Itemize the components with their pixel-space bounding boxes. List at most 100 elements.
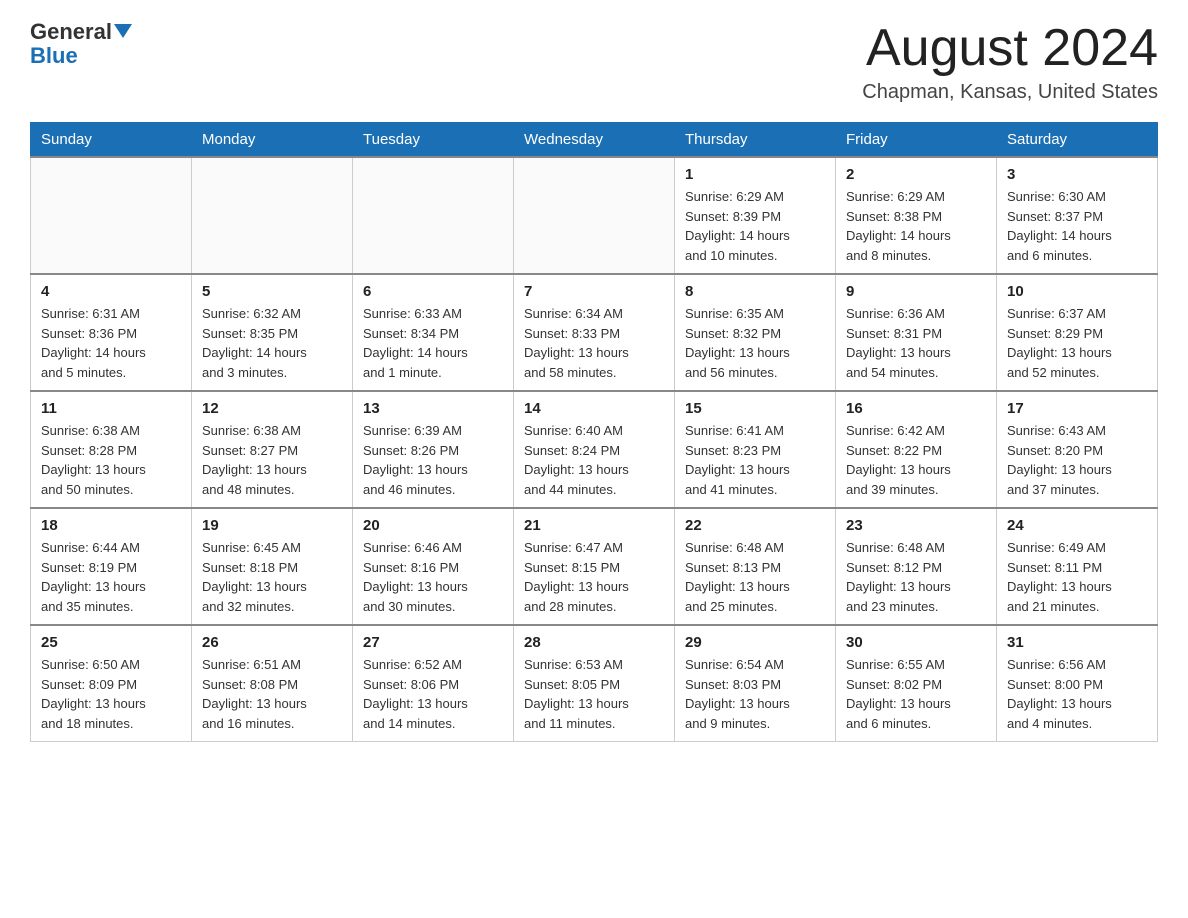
day-info: Sunrise: 6:45 AM Sunset: 8:18 PM Dayligh… [202,538,342,616]
logo-blue-text: Blue [30,43,78,68]
day-number: 2 [846,166,986,183]
calendar-cell: 20Sunrise: 6:46 AM Sunset: 8:16 PM Dayli… [353,508,514,625]
weekday-header-saturday: Saturday [997,123,1158,158]
day-info: Sunrise: 6:37 AM Sunset: 8:29 PM Dayligh… [1007,304,1147,382]
calendar-cell [192,157,353,274]
calendar-cell: 9Sunrise: 6:36 AM Sunset: 8:31 PM Daylig… [836,274,997,391]
day-number: 18 [41,517,181,534]
day-number: 10 [1007,283,1147,300]
day-number: 9 [846,283,986,300]
calendar-cell: 7 Sunrise: 6:34 AM Sunset: 8:33 PM Daylig… [514,274,675,391]
day-number: 1 [685,166,825,183]
calendar-cell: 30 Sunrise: 6:55 AM Sunset: 8:02 PM Dayli… [836,625,997,742]
day-info: Sunrise: 6:55 AM Sunset: 8:02 PM Dayligh… [846,655,986,733]
day-number: 28 [524,634,664,651]
day-number: 15 [685,400,825,417]
day-number: 6 [363,283,503,300]
day-info: Sunrise: 6:40 AM Sunset: 8:24 PM Dayligh… [524,421,664,499]
calendar-cell: 29Sunrise: 6:54 AM Sunset: 8:03 PM Dayli… [675,625,836,742]
day-number: 31 [1007,634,1147,651]
day-number: 5 [202,283,342,300]
day-info: Sunrise: 6:33 AM Sunset: 8:34 PM Dayligh… [363,304,503,382]
day-info: Sunrise: 6:42 AM Sunset: 8:22 PM Dayligh… [846,421,986,499]
day-number: 7 [524,283,664,300]
calendar-cell [353,157,514,274]
weekday-header-wednesday: Wednesday [514,123,675,158]
day-info: Sunrise: 6:41 AM Sunset: 8:23 PM Dayligh… [685,421,825,499]
day-number: 12 [202,400,342,417]
day-number: 24 [1007,517,1147,534]
day-info: Sunrise: 6:48 AM Sunset: 8:13 PM Dayligh… [685,538,825,616]
calendar-cell: 11 Sunrise: 6:38 AM Sunset: 8:28 PM Dayli… [31,391,192,508]
calendar-cell: 15 Sunrise: 6:41 AM Sunset: 8:23 PM Dayli… [675,391,836,508]
day-info: Sunrise: 6:32 AM Sunset: 8:35 PM Dayligh… [202,304,342,382]
calendar-cell: 10 Sunrise: 6:37 AM Sunset: 8:29 PM Dayli… [997,274,1158,391]
day-info: Sunrise: 6:56 AM Sunset: 8:00 PM Dayligh… [1007,655,1147,733]
calendar-cell: 13 Sunrise: 6:39 AM Sunset: 8:26 PM Dayli… [353,391,514,508]
day-info: Sunrise: 6:47 AM Sunset: 8:15 PM Dayligh… [524,538,664,616]
day-info: Sunrise: 6:52 AM Sunset: 8:06 PM Dayligh… [363,655,503,733]
calendar-cell: 5 Sunrise: 6:32 AM Sunset: 8:35 PM Daylig… [192,274,353,391]
day-number: 13 [363,400,503,417]
title-area: August 2024 Chapman, Kansas, United Stat… [862,20,1158,104]
day-number: 30 [846,634,986,651]
day-number: 19 [202,517,342,534]
weekday-header-friday: Friday [836,123,997,158]
day-info: Sunrise: 6:39 AM Sunset: 8:26 PM Dayligh… [363,421,503,499]
calendar-cell: 2 Sunrise: 6:29 AM Sunset: 8:38 PM Daylig… [836,157,997,274]
calendar-week-row: 11 Sunrise: 6:38 AM Sunset: 8:28 PM Dayli… [31,391,1158,508]
day-info: Sunrise: 6:44 AM Sunset: 8:19 PM Dayligh… [41,538,181,616]
page-header: General Blue August 2024 Chapman, Kansas… [30,20,1158,104]
calendar-cell: 3 Sunrise: 6:30 AM Sunset: 8:37 PM Daylig… [997,157,1158,274]
calendar-week-row: 25Sunrise: 6:50 AM Sunset: 8:09 PM Dayli… [31,625,1158,742]
weekday-header-tuesday: Tuesday [353,123,514,158]
day-info: Sunrise: 6:38 AM Sunset: 8:27 PM Dayligh… [202,421,342,499]
calendar-cell: 17Sunrise: 6:43 AM Sunset: 8:20 PM Dayli… [997,391,1158,508]
weekday-header-monday: Monday [192,123,353,158]
day-number: 8 [685,283,825,300]
calendar-cell: 4Sunrise: 6:31 AM Sunset: 8:36 PM Daylig… [31,274,192,391]
day-number: 11 [41,400,181,417]
day-info: Sunrise: 6:46 AM Sunset: 8:16 PM Dayligh… [363,538,503,616]
day-number: 23 [846,517,986,534]
calendar-cell: 14 Sunrise: 6:40 AM Sunset: 8:24 PM Dayli… [514,391,675,508]
logo-text: General Blue [30,20,132,68]
calendar-week-row: 4Sunrise: 6:31 AM Sunset: 8:36 PM Daylig… [31,274,1158,391]
calendar-cell: 31 Sunrise: 6:56 AM Sunset: 8:00 PM Dayli… [997,625,1158,742]
day-info: Sunrise: 6:53 AM Sunset: 8:05 PM Dayligh… [524,655,664,733]
calendar-cell: 6 Sunrise: 6:33 AM Sunset: 8:34 PM Daylig… [353,274,514,391]
day-number: 14 [524,400,664,417]
weekday-header-sunday: Sunday [31,123,192,158]
logo: General Blue [30,20,132,68]
day-info: Sunrise: 6:49 AM Sunset: 8:11 PM Dayligh… [1007,538,1147,616]
day-number: 29 [685,634,825,651]
day-info: Sunrise: 6:48 AM Sunset: 8:12 PM Dayligh… [846,538,986,616]
calendar-cell: 16 Sunrise: 6:42 AM Sunset: 8:22 PM Dayli… [836,391,997,508]
calendar-week-row: 18 Sunrise: 6:44 AM Sunset: 8:19 PM Dayli… [31,508,1158,625]
calendar-cell: 22 Sunrise: 6:48 AM Sunset: 8:13 PM Dayli… [675,508,836,625]
calendar-cell: 25Sunrise: 6:50 AM Sunset: 8:09 PM Dayli… [31,625,192,742]
day-number: 25 [41,634,181,651]
day-number: 3 [1007,166,1147,183]
calendar-cell: 23 Sunrise: 6:48 AM Sunset: 8:12 PM Dayli… [836,508,997,625]
day-info: Sunrise: 6:38 AM Sunset: 8:28 PM Dayligh… [41,421,181,499]
calendar-cell [31,157,192,274]
calendar-table: SundayMondayTuesdayWednesdayThursdayFrid… [30,122,1158,742]
calendar-cell: 12 Sunrise: 6:38 AM Sunset: 8:27 PM Dayli… [192,391,353,508]
day-info: Sunrise: 6:29 AM Sunset: 8:38 PM Dayligh… [846,187,986,265]
day-number: 16 [846,400,986,417]
day-info: Sunrise: 6:34 AM Sunset: 8:33 PM Dayligh… [524,304,664,382]
day-info: Sunrise: 6:35 AM Sunset: 8:32 PM Dayligh… [685,304,825,382]
day-info: Sunrise: 6:30 AM Sunset: 8:37 PM Dayligh… [1007,187,1147,265]
day-number: 26 [202,634,342,651]
day-info: Sunrise: 6:29 AM Sunset: 8:39 PM Dayligh… [685,187,825,265]
calendar-cell: 21Sunrise: 6:47 AM Sunset: 8:15 PM Dayli… [514,508,675,625]
calendar-cell: 1 Sunrise: 6:29 AM Sunset: 8:39 PM Daylig… [675,157,836,274]
logo-triangle-icon [114,24,132,38]
calendar-title: August 2024 [862,20,1158,77]
weekday-header-row: SundayMondayTuesdayWednesdayThursdayFrid… [31,123,1158,158]
day-info: Sunrise: 6:51 AM Sunset: 8:08 PM Dayligh… [202,655,342,733]
day-number: 4 [41,283,181,300]
day-number: 22 [685,517,825,534]
calendar-cell: 28 Sunrise: 6:53 AM Sunset: 8:05 PM Dayli… [514,625,675,742]
